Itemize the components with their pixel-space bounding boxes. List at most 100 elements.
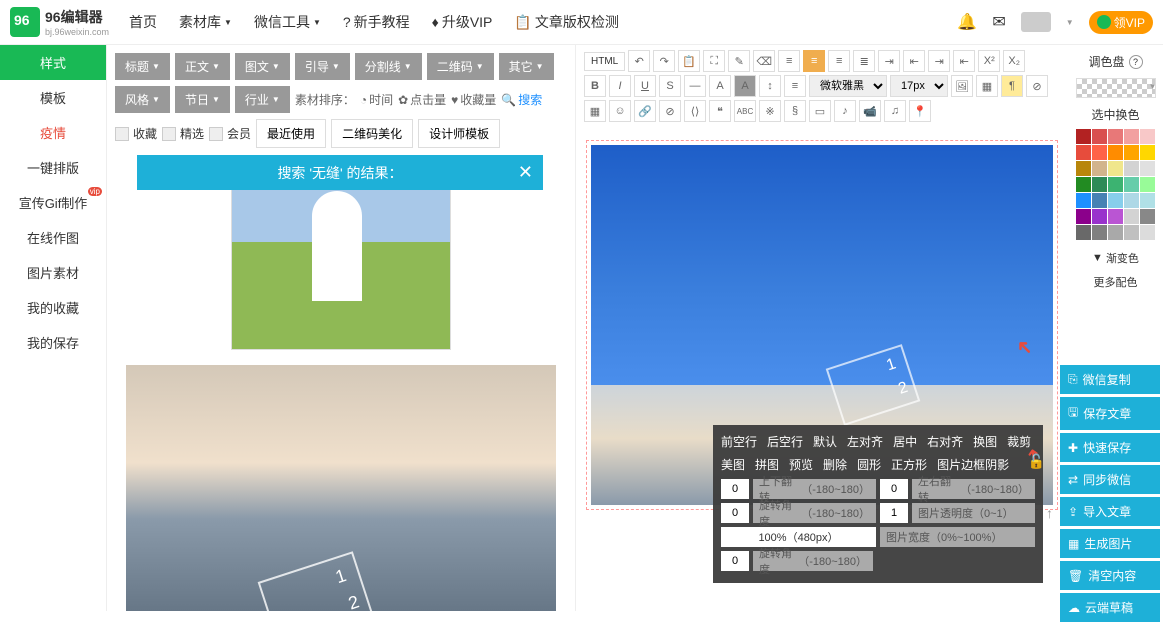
color-swatch[interactable] [1108,161,1123,176]
color-swatch[interactable] [1140,209,1155,224]
color-swatch[interactable] [1108,129,1123,144]
more-colors-button[interactable]: 更多配色 [1073,270,1158,294]
action-button[interactable]: 🗑清空内容 [1060,561,1160,590]
color-swatch[interactable] [1124,225,1139,240]
filter-imgtext[interactable]: 图文▼ [235,53,290,80]
brush-icon[interactable]: ✎ [728,50,750,72]
sidebar-item-template[interactable]: 模板 [0,80,106,115]
filter-title[interactable]: 标题▼ [115,53,170,80]
italic-icon[interactable]: I [609,75,631,97]
sidebar-item-epidemic[interactable]: 疫情 [0,115,106,150]
music-icon[interactable]: ♫ [884,100,906,122]
superscript-icon[interactable]: X² [978,50,1000,72]
strike-icon[interactable]: S [659,75,681,97]
ctx-center[interactable]: 居中 [893,433,917,450]
tab-recent[interactable]: 最近使用 [256,119,326,148]
undo-icon[interactable]: ↶ [628,50,650,72]
quote-icon[interactable]: ❝ [709,100,731,122]
cb-fav[interactable]: 收藏 [115,125,157,142]
sidebar-item-layout[interactable]: 一键排版 [0,150,106,185]
ctx-circle[interactable]: 圆形 [857,456,881,473]
ctx-align-left[interactable]: 左对齐 [847,433,883,450]
html-button[interactable]: HTML [584,52,625,71]
abc-icon[interactable]: ABC [734,100,756,122]
indent-icon[interactable]: ⇥ [878,50,900,72]
sidebar-item-gif[interactable]: 宣传Gif制作vip [0,185,106,220]
special-icon[interactable]: ※ [759,100,781,122]
nav-tutorial[interactable]: ?新手教程 [343,12,410,32]
width-value[interactable]: 100%（480px） [721,527,876,547]
paste-icon[interactable]: 📋 [678,50,700,72]
opacity-input[interactable] [880,503,908,523]
align-left-icon[interactable]: ≡ [778,50,800,72]
color-swatch[interactable] [1124,209,1139,224]
nav-materials[interactable]: 素材库▼ [179,12,232,32]
material-list[interactable]: 1 2 [107,162,575,611]
action-button[interactable]: 🖫保存文章 [1060,397,1160,430]
bg2-icon[interactable]: ▦ [976,75,998,97]
color-swatch[interactable] [1092,161,1107,176]
color-swatch[interactable] [1124,145,1139,160]
flip-h-input[interactable] [880,479,908,499]
lineheight-icon[interactable]: ≡ [784,75,806,97]
gradient-button[interactable]: ▼渐变色 [1073,246,1158,270]
map-icon[interactable]: 📍 [909,100,931,122]
lock-icon[interactable]: 🔓 [1028,453,1045,470]
filter-qr[interactable]: 二维码▼ [427,53,494,80]
tab-designer[interactable]: 设计师模板 [418,119,500,148]
subscript-icon[interactable]: X₂ [1003,50,1025,72]
align-right-icon[interactable]: ≡ [828,50,850,72]
bold-icon[interactable]: B [584,75,606,97]
checker-swatch[interactable] [1076,78,1156,98]
code-icon[interactable]: ⟨⟩ [684,100,706,122]
redo-icon[interactable]: ↷ [653,50,675,72]
spacing-icon[interactable]: ↕ [759,75,781,97]
color-swatch[interactable] [1092,209,1107,224]
ctx-align-right[interactable]: 右对齐 [927,433,963,450]
nav-wechat-tools[interactable]: 微信工具▼ [254,12,321,32]
size-select[interactable]: 17px [890,75,948,97]
outdent-icon[interactable]: ⇤ [903,50,925,72]
ctx-blank-before[interactable]: 前空行 [721,433,757,450]
section-icon[interactable]: § [784,100,806,122]
filter-holiday[interactable]: 节日▼ [175,86,230,113]
ctx-crop[interactable]: 裁剪 [1007,433,1031,450]
color-swatch[interactable] [1140,129,1155,144]
hr-icon[interactable]: — [684,75,706,97]
bg-icon[interactable]: A [734,75,756,97]
action-button[interactable]: ⇄同步微信 [1060,465,1160,494]
rotate2-input[interactable] [721,551,749,571]
help-icon[interactable]: ? [1129,55,1143,69]
align-justify-icon[interactable]: ≣ [853,50,875,72]
color-swatch[interactable] [1108,193,1123,208]
rotate-input[interactable] [721,503,749,523]
tab-qr[interactable]: 二维码美化 [331,119,413,148]
sort-clicks[interactable]: ✿点击量 [398,91,446,108]
cb-member[interactable]: 会员 [209,125,251,142]
audio-icon[interactable]: ♪ [834,100,856,122]
ctx-preview[interactable]: 预览 [789,456,813,473]
ctx-beautify[interactable]: 美图 [721,456,745,473]
color-swatch[interactable] [1076,145,1091,160]
action-button[interactable]: ⇪导入文章 [1060,497,1160,526]
eraser-icon[interactable]: ⌫ [753,50,775,72]
color-swatch[interactable] [1092,225,1107,240]
action-button[interactable]: ✚快速保存 [1060,433,1160,462]
color-swatch[interactable] [1140,177,1155,192]
ctx-replace[interactable]: 换图 [973,433,997,450]
caret-icon[interactable]: ▼ [1066,18,1074,27]
sidebar-item-style[interactable]: 样式 [0,45,106,80]
color-swatch[interactable] [1092,193,1107,208]
color-swatch[interactable] [1076,225,1091,240]
nav-home[interactable]: 首页 [129,12,157,32]
color-swatch[interactable] [1108,225,1123,240]
editor-content[interactable]: 1 2 ➜ ➜ 🔓 ↑ 前空行 后空行 默认 左对齐 居中 右对齐 [576,130,1068,611]
nav-vip[interactable]: ♦升级VIP [432,12,493,32]
link-icon[interactable]: 🔗 [634,100,656,122]
bell-icon[interactable]: 🔔 [957,12,977,32]
color-swatch[interactable] [1076,177,1091,192]
sidebar-item-favorites[interactable]: 我的收藏 [0,290,106,325]
clear-icon[interactable]: ⊘ [1026,75,1048,97]
align-center-icon[interactable]: ≡ [803,50,825,72]
media-icon[interactable]: ▭ [809,100,831,122]
